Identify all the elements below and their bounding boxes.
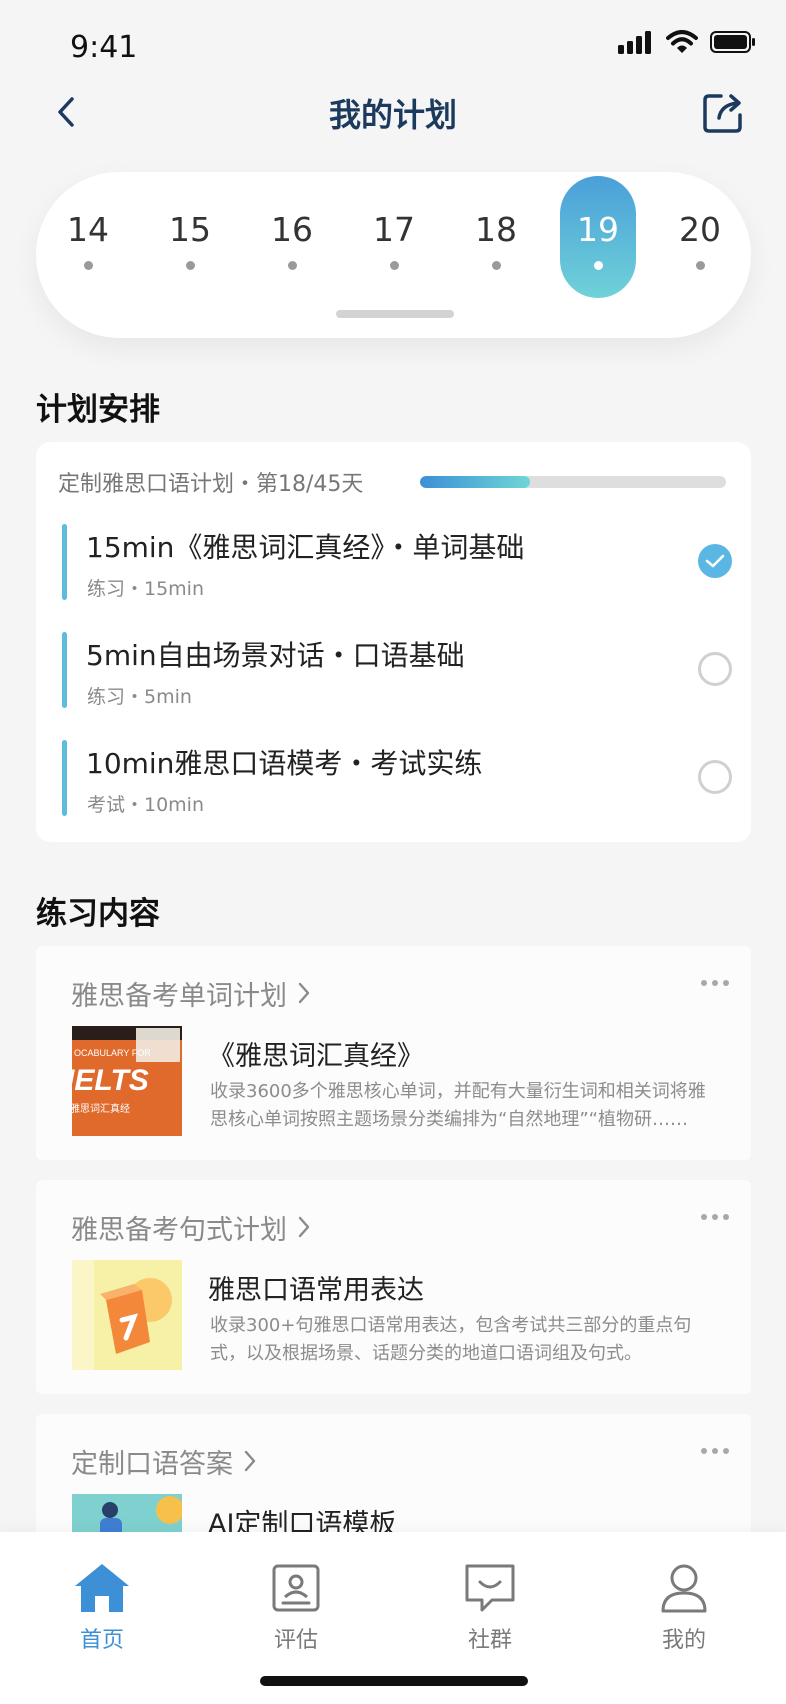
share-icon	[703, 94, 742, 133]
task-accent-bar	[62, 524, 67, 600]
task-item[interactable]: 10min雅思口语模考・考试实练 考试・10min	[62, 740, 732, 818]
date-selector: 14 15 16 17 18 19 20	[36, 172, 751, 338]
card-header-label: 雅思备考单词计划	[71, 981, 287, 1012]
cover-text-1: OCABULARY FOR	[74, 1048, 151, 1058]
profile-icon	[654, 1558, 714, 1618]
practice-section-title: 练习内容	[36, 896, 160, 932]
more-options-button[interactable]	[701, 1214, 729, 1220]
status-bar: 9:41	[0, 0, 786, 90]
item-description: 收录300+句雅思口语常用表达，包含考试共三部分的重点句式，以及根据场景、话题分…	[210, 1315, 692, 1364]
task-title: 15min《雅思词汇真经》・单词基础	[86, 531, 525, 564]
task-item[interactable]: 5min自由场景对话・口语基础 练习・5min	[62, 632, 732, 710]
assessment-icon	[266, 1558, 326, 1618]
chevron-right-icon	[243, 1449, 257, 1480]
item-description: 收录3600多个雅思核心单词，并配有大量衍生词和相关词将雅思核心单词按照主题场景…	[210, 1081, 706, 1130]
tab-assessment[interactable]: 评估	[251, 1558, 341, 1654]
date-item[interactable]: 16	[253, 172, 331, 294]
tab-label: 评估	[273, 1628, 318, 1653]
cover-text-2: IELTS	[72, 1064, 149, 1097]
date-item[interactable]: 14	[49, 172, 127, 294]
tab-label: 我的	[661, 1628, 706, 1653]
task-item[interactable]: 15min《雅思词汇真经》・单词基础 练习・15min	[62, 524, 732, 602]
more-options-button[interactable]	[701, 1448, 729, 1454]
tab-label: 首页	[79, 1628, 124, 1653]
date-number: 20	[679, 210, 721, 249]
plan-progress-fill	[420, 476, 531, 488]
task-accent-bar	[62, 632, 67, 708]
task-title: 10min雅思口语模考・考试实练	[86, 747, 483, 780]
item-title: 《雅思词汇真经》	[208, 1041, 424, 1072]
tab-profile[interactable]: 我的	[639, 1558, 729, 1654]
task-meta: 练习・5min	[87, 686, 192, 708]
plan-card: 定制雅思口语计划・第18/45天 15min《雅思词汇真经》・单词基础 练习・1…	[36, 442, 751, 842]
practice-card-expressions[interactable]: 雅思备考句式计划 雅思口语常用表达 收录300+句雅思口语常用表达，包含考试共三…	[36, 1180, 751, 1394]
date-item[interactable]: 20	[661, 172, 739, 294]
tab-home[interactable]: 首页	[57, 1558, 147, 1654]
status-icons	[618, 30, 756, 54]
plan-section-title: 计划安排	[36, 392, 160, 428]
wifi-icon	[666, 30, 698, 53]
date-dot	[389, 261, 399, 270]
date-item[interactable]: 17	[355, 172, 433, 294]
card-header-label: 雅思备考句式计划	[71, 1215, 287, 1246]
date-number: 17	[373, 210, 415, 249]
chevron-right-icon	[297, 981, 311, 1012]
task-title: 5min自由场景对话・口语基础	[86, 639, 465, 672]
date-dot	[491, 261, 501, 270]
signal-icon	[618, 31, 651, 54]
date-number: 18	[475, 210, 517, 249]
date-number: 15	[169, 210, 211, 249]
tab-label: 社群	[467, 1628, 512, 1653]
task-accent-bar	[62, 740, 67, 816]
chat-icon	[460, 1558, 520, 1618]
card-header[interactable]: 定制口语答案	[71, 1442, 257, 1481]
date-dot	[695, 261, 705, 270]
page-title: 我的计划	[328, 96, 457, 134]
more-options-button[interactable]	[701, 980, 729, 986]
home-icon	[72, 1558, 132, 1618]
card-header-label: 定制口语答案	[71, 1449, 233, 1480]
task-checkbox[interactable]	[698, 544, 732, 578]
date-number: 19	[577, 210, 619, 249]
home-indicator	[260, 1676, 528, 1686]
date-dot	[83, 261, 93, 270]
date-dot	[185, 261, 195, 270]
tab-community[interactable]: 社群	[445, 1558, 535, 1654]
task-meta: 考试・10min	[87, 794, 205, 816]
date-item[interactable]: 18	[457, 172, 535, 294]
item-title: 雅思口语常用表达	[208, 1275, 424, 1306]
book-cover-image: OCABULARY FOR IELTS 雅思词汇真经	[72, 1026, 182, 1136]
share-button[interactable]	[698, 88, 748, 138]
date-dot	[593, 261, 603, 270]
date-item[interactable]: 15	[151, 172, 229, 294]
date-dot	[287, 261, 297, 270]
task-meta: 练习・15min	[87, 578, 205, 600]
date-number: 16	[271, 210, 313, 249]
practice-card-vocab[interactable]: 雅思备考单词计划 OCABULARY FOR IELTS 雅思词汇真经 《雅思词…	[36, 946, 751, 1160]
checkmark-icon	[705, 554, 725, 568]
plan-progress-label: 定制雅思口语计划・第18/45天	[58, 472, 364, 497]
nav-bar: 我的计划	[0, 82, 786, 144]
expand-handle[interactable]	[336, 310, 454, 318]
tab-bar: 首页 评估 社群 我的	[0, 1532, 786, 1704]
status-time: 9:41	[70, 30, 138, 65]
date-number: 14	[67, 210, 109, 249]
chevron-right-icon	[297, 1215, 311, 1246]
battery-icon	[710, 31, 755, 53]
cover-text-3: 雅思词汇真经	[72, 1102, 130, 1115]
task-checkbox[interactable]	[698, 760, 732, 794]
expressions-cover-image	[72, 1260, 182, 1370]
card-header[interactable]: 雅思备考句式计划	[71, 1208, 311, 1247]
task-checkbox[interactable]	[698, 652, 732, 686]
card-header[interactable]: 雅思备考单词计划	[71, 974, 311, 1013]
date-item[interactable]: 19	[559, 172, 637, 298]
plan-progress-bar	[420, 476, 726, 488]
